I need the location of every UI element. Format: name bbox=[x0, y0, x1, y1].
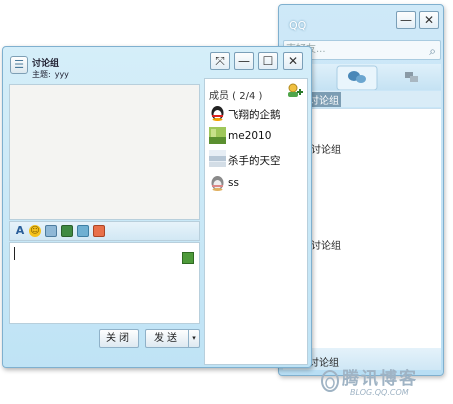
member-panel: 成员 ( 2/4 ) 飞翔的企鹅 me2010 杀手的天空 ss bbox=[204, 78, 308, 365]
watermark-url: BLOG.QQ.COM bbox=[350, 388, 409, 397]
topic-label: 主题: bbox=[32, 70, 51, 79]
minimize-icon: — bbox=[238, 54, 250, 68]
minimize-button[interactable]: — bbox=[234, 52, 254, 70]
close-button[interactable]: ✕ bbox=[283, 52, 303, 70]
message-history[interactable] bbox=[9, 84, 200, 220]
send-image-icon[interactable] bbox=[182, 252, 194, 264]
screenshot-icon[interactable] bbox=[77, 225, 89, 237]
tab-recent-icon[interactable] bbox=[405, 72, 418, 82]
font-icon[interactable]: A bbox=[14, 225, 26, 237]
member-item[interactable]: me2010 bbox=[209, 127, 307, 147]
members-header: 成员 ( 2/4 ) bbox=[209, 91, 263, 102]
member-name: 杀手的天空 bbox=[228, 155, 281, 167]
add-member-icon[interactable] bbox=[287, 83, 303, 98]
landscape-avatar bbox=[209, 127, 226, 144]
member-item[interactable]: 飞翔的企鹅 bbox=[209, 104, 307, 124]
close-chat-button[interactable]: 关闭 bbox=[99, 329, 139, 348]
minimize-button[interactable]: — bbox=[396, 11, 416, 29]
qq-title: QQ bbox=[289, 19, 307, 32]
sky-avatar bbox=[209, 150, 226, 167]
topic-value: yyy bbox=[54, 70, 69, 79]
close-icon: ✕ bbox=[423, 13, 435, 27]
group-name: 讨论组 bbox=[32, 59, 60, 69]
send-options-dropdown[interactable]: ▾ bbox=[189, 329, 200, 348]
format-toolbar: A ☺ bbox=[9, 221, 200, 241]
penguin-gray-icon bbox=[211, 176, 224, 191]
restore-icon: ⤧ bbox=[215, 54, 225, 68]
emoticon-icon[interactable]: ☺ bbox=[29, 225, 41, 237]
tencent-blog-watermark: 腾讯博客 BLOG.QQ.COM bbox=[316, 364, 450, 402]
text-caret bbox=[14, 247, 15, 260]
image-icon[interactable] bbox=[61, 225, 73, 237]
minimize-icon: — bbox=[400, 13, 412, 27]
close-button[interactable]: ✕ bbox=[419, 11, 439, 29]
penguin-icon bbox=[211, 106, 224, 121]
tab-discussion[interactable]: 讨论组 bbox=[307, 92, 341, 107]
discussion-chat-window: ☰ 讨论组 主题: yyy ⤧ — ☐ ✕ A ☺ 关闭 发送 ▾ 成员 ( 2/… bbox=[2, 46, 312, 368]
chat-record-icon[interactable] bbox=[45, 225, 57, 237]
desktop: QQ — ✕ 索好友... ⌕ 群 讨论组 bbox=[0, 0, 453, 404]
qq-logo-icon bbox=[321, 370, 339, 392]
search-icon[interactable]: ⌕ bbox=[429, 42, 436, 60]
restore-button[interactable]: ⤧ bbox=[210, 52, 230, 70]
group-topic: 主题: yyy bbox=[32, 69, 69, 80]
music-icon[interactable] bbox=[93, 225, 105, 237]
member-item[interactable]: ss bbox=[209, 174, 307, 194]
member-name: 飞翔的企鹅 bbox=[228, 109, 281, 121]
tab-groups-icon[interactable] bbox=[336, 65, 378, 91]
close-icon: ✕ bbox=[287, 54, 299, 68]
watermark-text: 腾讯博客 bbox=[342, 369, 418, 389]
member-name: me2010 bbox=[228, 130, 272, 142]
send-button[interactable]: 发送 bbox=[145, 329, 189, 348]
maximize-button[interactable]: ☐ bbox=[258, 52, 278, 70]
discussion-group-icon: ☰ bbox=[10, 56, 28, 74]
member-name: ss bbox=[228, 177, 239, 189]
maximize-icon: ☐ bbox=[262, 54, 274, 68]
message-input[interactable] bbox=[9, 242, 200, 324]
member-item[interactable]: 杀手的天空 bbox=[209, 150, 307, 170]
